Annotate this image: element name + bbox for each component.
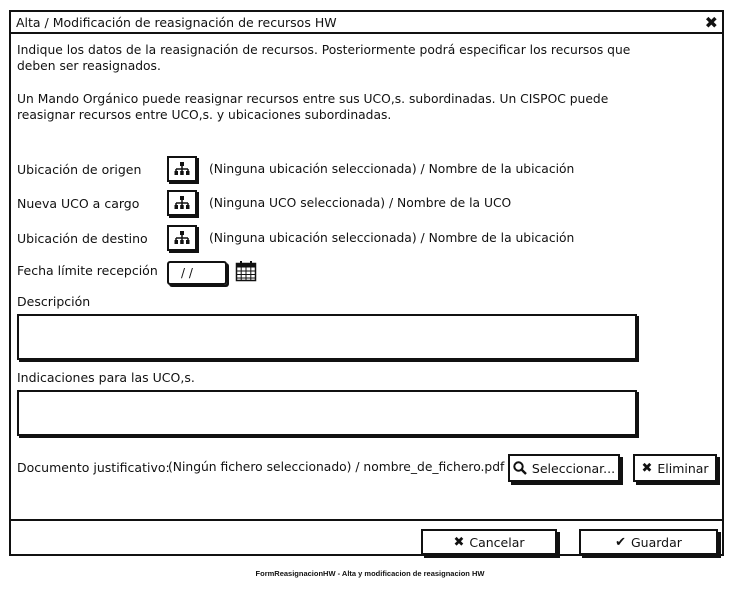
new-uco-label: Nueva UCO a cargo [17, 196, 140, 211]
save-button-label: Guardar [630, 534, 682, 550]
intro-text-line: Indique los datos de la reasignación de … [17, 43, 631, 57]
cancel-button-label: Cancelar [469, 534, 525, 550]
reassignment-dialog: Alta / Modificación de reasignación de r… [9, 10, 724, 556]
org-tree-icon [174, 196, 190, 209]
footer-divider [11, 519, 722, 521]
search-icon [513, 461, 527, 475]
destination-location-picker-button[interactable] [167, 225, 197, 251]
select-file-button-label: Seleccionar... [531, 460, 616, 476]
close-icon: ✖ [453, 534, 465, 550]
description-label: Descripción [17, 294, 91, 309]
cancel-button[interactable]: ✖ Cancelar [421, 529, 557, 555]
title-bar: Alta / Modificación de reasignación de r… [11, 12, 722, 34]
calendar-icon[interactable] [235, 260, 257, 282]
description-textarea[interactable] [17, 314, 637, 360]
org-tree-icon [174, 162, 190, 175]
intro-text-line: reasignar recursos entre UCO,s. y ubicac… [17, 108, 392, 122]
intro-text-line: Un Mando Orgánico puede reasignar recurs… [17, 92, 609, 106]
uco-instructions-label: Indicaciones para las UCO,s. [17, 370, 195, 385]
org-tree-icon [174, 231, 190, 244]
origin-location-picker-button[interactable] [167, 156, 197, 182]
intro-paragraph-2: Un Mando Orgánico puede reasignar recurs… [17, 91, 608, 123]
supporting-document-label: Documento justificativo: [17, 460, 170, 475]
close-icon: ✖ [641, 460, 653, 476]
intro-paragraph-1: Indique los datos de la reasignación de … [17, 42, 630, 74]
new-uco-picker-button[interactable] [167, 190, 197, 216]
figure-caption: FormReasignacionHW - Alta y modificacion… [255, 569, 485, 578]
destination-location-label: Ubicación de destino [17, 231, 148, 246]
intro-text-line: deben ser reasignados. [17, 59, 161, 73]
dialog-title: Alta / Modificación de reasignación de r… [16, 15, 337, 30]
deadline-date-label: Fecha límite recepción [17, 263, 158, 278]
save-button[interactable]: ✔ Guardar [579, 529, 718, 555]
deadline-date-input[interactable]: / / [167, 261, 227, 285]
destination-location-value: (Ninguna ubicación seleccionada) / Nombr… [209, 231, 575, 245]
new-uco-value: (Ninguna UCO seleccionada) / Nombre de l… [209, 196, 512, 210]
delete-file-button[interactable]: ✖ Eliminar [633, 454, 717, 482]
origin-location-value: (Ninguna ubicación seleccionada) / Nombr… [209, 162, 575, 176]
supporting-document-value: (Ningún fichero seleccionado) / nombre_d… [168, 460, 505, 474]
origin-location-label: Ubicación de origen [17, 162, 142, 177]
uco-instructions-textarea[interactable] [17, 390, 637, 436]
close-icon[interactable]: ✖ [705, 13, 718, 32]
delete-file-button-label: Eliminar [657, 460, 709, 476]
checkmark-icon: ✔ [615, 534, 626, 550]
select-file-button[interactable]: Seleccionar... [508, 454, 620, 482]
